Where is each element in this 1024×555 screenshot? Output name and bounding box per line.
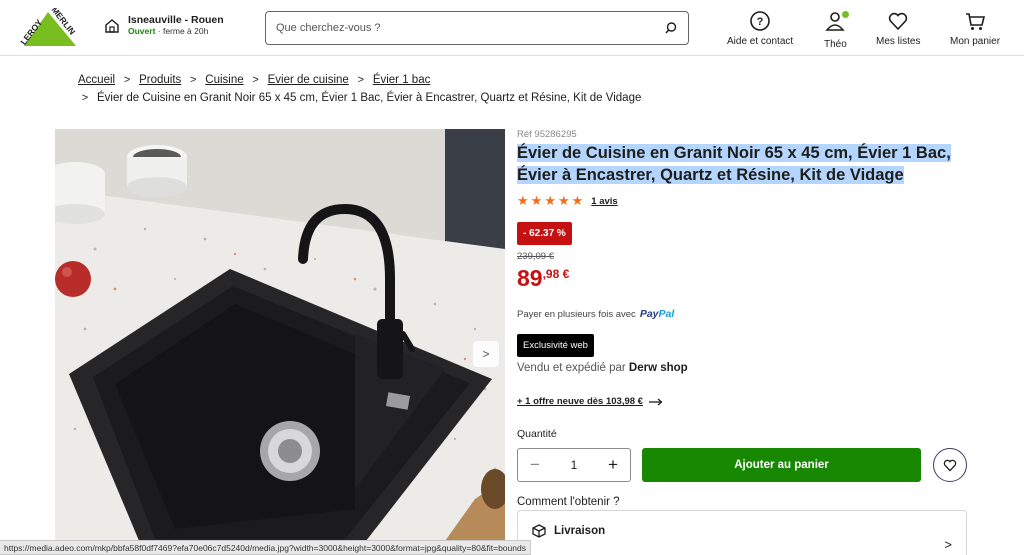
breadcrumb-current: Évier de Cuisine en Granit Noir 65 x 45 … [97, 92, 642, 104]
account-label: Théo [824, 39, 847, 50]
image-next-button[interactable]: > [473, 341, 499, 367]
product-image[interactable] [55, 129, 505, 555]
decrease-quantity-button[interactable]: − [526, 455, 544, 475]
account-link[interactable]: Théo [824, 10, 851, 50]
help-icon: ? [750, 11, 770, 31]
store-open-status: Ouvert [128, 26, 156, 36]
search-bar [265, 11, 689, 45]
arrow-right-icon [648, 398, 663, 405]
chevron-right-icon: > [944, 537, 952, 552]
package-icon [532, 524, 546, 538]
svg-text:?: ? [757, 16, 764, 28]
paypal-logo-pal: Pal [658, 308, 675, 320]
store-icon [105, 18, 119, 33]
breadcrumb-kitchen-sink[interactable]: Evier de cuisine [268, 74, 349, 86]
product-title-line-1: Évier de Cuisine en Granit Noir 65 x 45 … [517, 144, 951, 162]
add-to-list-button[interactable] [933, 448, 967, 482]
payment-text: Payer en plusieurs fois avec [517, 308, 636, 320]
product-title-line-2: Évier à Encastrer, Quartz et Résine, Kit… [517, 166, 904, 184]
heart-icon [889, 12, 908, 31]
chevron-right-icon: > [190, 74, 197, 86]
breadcrumb-kitchen[interactable]: Cuisine [205, 74, 243, 86]
search-icon[interactable] [664, 21, 678, 35]
quantity-stepper: − 1 + [517, 448, 631, 482]
paypal-logo: PayPal [640, 308, 674, 320]
product-reference: Réf 95286295 [517, 129, 577, 140]
old-price: 239,09 € [517, 251, 554, 262]
my-lists-label: Mes listes [876, 36, 921, 47]
star-icon: ★ [557, 193, 570, 208]
cart-link[interactable]: Mon panier [950, 10, 1000, 47]
reviews-link[interactable]: 1 avis [591, 196, 617, 207]
sink-photo [55, 129, 505, 555]
product-rating[interactable]: ★ ★ ★ ★ ★ 1 avis [517, 194, 618, 208]
chevron-right-icon: > [357, 74, 365, 86]
increase-quantity-button[interactable]: + [604, 455, 622, 475]
breadcrumb-home[interactable]: Accueil [78, 74, 115, 86]
price-decimal: ,98 € [542, 267, 570, 281]
other-offers-label: + 1 offre neuve dès 103,98 € [517, 396, 643, 407]
seller-prefix: Vendu et expédié par [517, 362, 626, 374]
cart-icon [966, 13, 986, 30]
breadcrumb-single-bowl-sink[interactable]: Évier 1 bac [373, 74, 431, 86]
product-title: Évier de Cuisine en Granit Noir 65 x 45 … [517, 142, 957, 186]
paypal-installments: Payer en plusieurs fois avec PayPal [517, 308, 674, 320]
other-offers-link[interactable]: + 1 offre neuve dès 103,98 € [517, 396, 663, 407]
chevron-right-icon: > [482, 347, 490, 361]
quantity-label: Quantité [517, 428, 557, 440]
paypal-logo-pay: Pay [639, 308, 659, 320]
delivery-label: Livraison [554, 525, 606, 537]
breadcrumb-current-row: > Évier de Cuisine en Granit Noir 65 x 4… [78, 92, 642, 104]
help-contact-link[interactable]: ? Aide et contact [727, 10, 793, 47]
account-status-dot [841, 10, 851, 19]
delivery-row: Livraison [532, 524, 605, 538]
heart-icon [943, 459, 957, 472]
delivery-option[interactable]: Livraison > [517, 510, 967, 555]
store-selector[interactable]: Isneauville - Rouen Ouvert · ferme à 20h [104, 14, 224, 37]
how-to-get-title: Comment l'obtenir ? [517, 496, 620, 508]
star-icon: ★ [544, 193, 556, 208]
chevron-right-icon: > [123, 74, 131, 86]
chevron-right-icon: > [252, 74, 259, 86]
chevron-right-icon: > [81, 92, 89, 104]
cart-label: Mon panier [950, 36, 1001, 47]
seller-name[interactable]: Derw shop [629, 362, 688, 374]
site-header: LEROY MERLIN Isneauville - Rouen Ouvert … [0, 0, 1024, 56]
web-exclusive-badge: Exclusivité web [517, 334, 594, 357]
browser-status-bar: https://media.adeo.com/mkp/bbfa58f0df746… [0, 540, 531, 555]
current-price: 89 ,98 € [517, 264, 569, 292]
store-name: Isneauville - Rouen [128, 14, 224, 26]
store-closing-time: · ferme à 20h [155, 26, 209, 36]
price-integer: 89 [517, 265, 543, 291]
breadcrumb: Accueil > Produits > Cuisine > Evier de … [78, 74, 430, 86]
discount-badge: - 62.37 % [517, 222, 572, 245]
store-hours: Ouvert · ferme à 20h [128, 26, 224, 37]
star-icon: ★ [530, 193, 543, 208]
leroy-merlin-logo[interactable]: LEROY MERLIN [18, 8, 84, 50]
breadcrumb-products[interactable]: Produits [139, 74, 181, 86]
quantity-value[interactable]: 1 [571, 458, 578, 472]
search-input[interactable] [276, 22, 664, 34]
my-lists-link[interactable]: Mes listes [876, 10, 920, 47]
star-icon: ★ [571, 193, 584, 208]
help-label: Aide et contact [727, 36, 794, 47]
star-icon: ★ [517, 193, 529, 208]
add-to-cart-button[interactable]: Ajouter au panier [642, 448, 921, 482]
seller-info: Vendu et expédié par Derw shop [517, 362, 688, 374]
